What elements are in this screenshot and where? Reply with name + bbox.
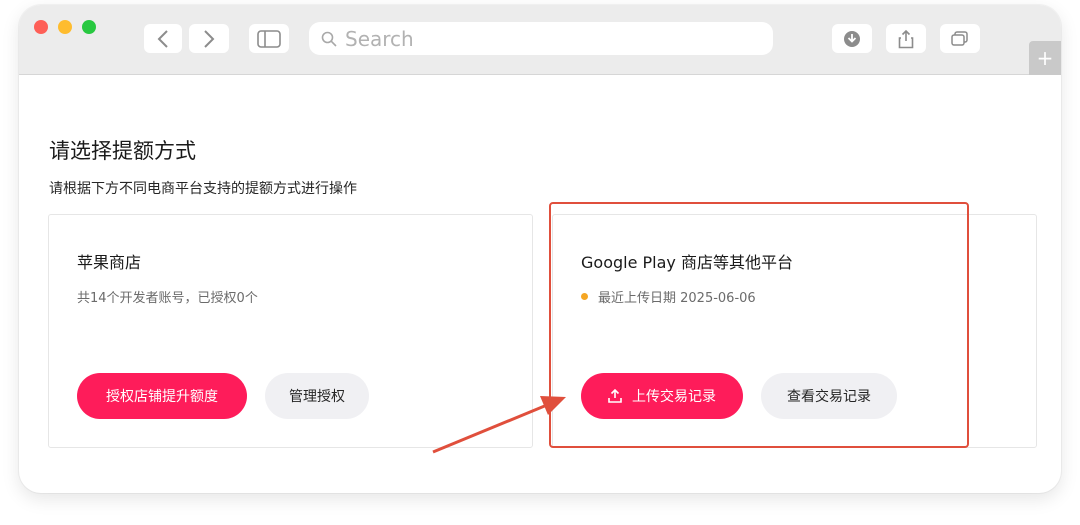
manage-authorization-button[interactable]: 管理授权 — [265, 373, 369, 419]
upload-icon — [608, 389, 622, 403]
page-subtitle: 请根据下方不同电商平台支持的提额方式进行操作 — [49, 181, 357, 197]
maximize-window-button[interactable] — [82, 20, 96, 34]
back-button[interactable] — [144, 24, 182, 53]
close-window-button[interactable] — [34, 20, 48, 34]
view-transactions-button[interactable]: 查看交易记录 — [761, 373, 897, 419]
apple-store-card: 苹果商店 共14个开发者账号，已授权0个 授权店铺提升额度 管理授权 — [48, 214, 533, 448]
tab-overview-button[interactable] — [940, 24, 980, 53]
forward-button[interactable] — [189, 24, 229, 53]
download-icon — [844, 30, 860, 47]
minimize-window-button[interactable] — [58, 20, 72, 34]
page-title: 请选择提额方式 — [49, 139, 196, 163]
last-upload-date: 最近上传日期 2025-06-06 — [598, 291, 756, 306]
sidebar-icon — [257, 29, 281, 48]
browser-toolbar: + — [19, 5, 1061, 75]
upload-transactions-label: 上传交易记录 — [632, 389, 716, 405]
authorize-store-button[interactable]: 授权店铺提升额度 — [77, 373, 247, 419]
download-button[interactable] — [832, 24, 872, 53]
sidebar-toggle-button[interactable] — [249, 24, 289, 53]
card-title: 苹果商店 — [77, 253, 142, 272]
chevron-left-icon — [157, 29, 168, 48]
plus-icon: + — [1036, 46, 1054, 70]
card-title: Google Play 商店等其他平台 — [581, 253, 793, 272]
card-description: 最近上传日期 2025-06-06 — [581, 287, 756, 306]
search-input[interactable] — [345, 26, 745, 51]
address-bar[interactable] — [309, 22, 773, 55]
new-tab-button[interactable]: + — [1029, 41, 1061, 75]
card-description: 共14个开发者账号，已授权0个 — [77, 287, 258, 306]
google-play-card: Google Play 商店等其他平台 最近上传日期 2025-06-06 上传… — [552, 214, 1037, 448]
upload-transactions-button[interactable]: 上传交易记录 — [581, 373, 743, 419]
tabs-icon — [951, 30, 968, 46]
status-dot — [581, 293, 588, 300]
share-icon — [898, 29, 914, 48]
browser-window: + 请选择提额方式 请根据下方不同电商平台支持的提额方式进行操作 苹果商店 共1… — [19, 5, 1061, 493]
chevron-right-icon — [204, 29, 215, 48]
search-icon — [321, 31, 337, 47]
developer-account-summary: 共14个开发者账号，已授权0个 — [77, 291, 258, 306]
share-button[interactable] — [886, 24, 926, 53]
